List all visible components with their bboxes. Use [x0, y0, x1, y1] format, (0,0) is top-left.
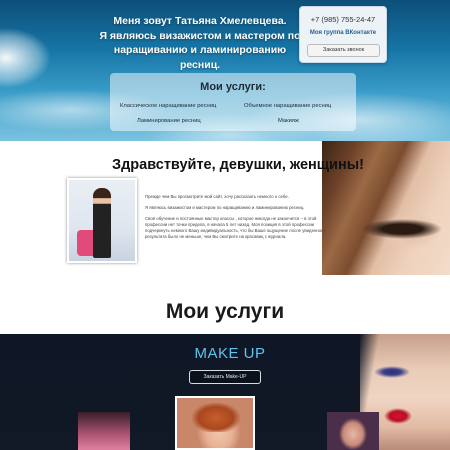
- service-item[interactable]: Макияж: [278, 118, 299, 124]
- makeup-thumbnail-right[interactable]: [327, 412, 379, 450]
- service-item[interactable]: Ламинирование ресниц: [137, 118, 201, 124]
- service-item[interactable]: Классическое наращивание ресниц: [120, 103, 216, 109]
- makeup-thumbnail-left[interactable]: [78, 412, 130, 450]
- my-services-heading: Мои услуги: [165, 300, 285, 323]
- services-box: Мои услуги: Классическое наращивание рес…: [110, 73, 356, 131]
- service-item[interactable]: Объемное наращивание ресниц: [244, 103, 331, 109]
- intro-text-block: Прежде чем Вы просмотрите мой сайт, хочу…: [145, 194, 325, 245]
- order-makeup-button[interactable]: Заказать Make-UP: [189, 370, 261, 384]
- vk-group-link[interactable]: Моя группа ВКонтакте: [300, 30, 386, 36]
- call-request-button[interactable]: Заказать звонок: [307, 44, 380, 57]
- hero-banner: Меня зовут Татьяна Хмелевцева. Я являюсь…: [0, 0, 450, 141]
- contact-box: +7 (985) 755-24-47 Моя группа ВКонтакте …: [299, 6, 387, 63]
- makeup-title: MAKE UP: [194, 345, 266, 362]
- makeup-thumbnail-center[interactable]: [175, 396, 255, 450]
- services-box-title: Мои услуги:: [200, 81, 266, 93]
- hero-intro-text: Меня зовут Татьяна Хмелевцева. Я являюсь…: [99, 15, 301, 71]
- intro-paragraph: Я являюсь визажистом и мастером по наращ…: [145, 205, 305, 210]
- intro-paragraph: Прежде чем Вы просмотрите мой сайт, хочу…: [145, 194, 289, 199]
- thumbnail-hair: [191, 402, 241, 432]
- phone-number[interactable]: +7 (985) 755-24-47: [300, 15, 386, 24]
- intro-paragraph: Своё обучение и постоянные мастер классы…: [145, 216, 325, 239]
- author-photo: [67, 178, 137, 263]
- greeting-title: Здравствуйте, девушки, женщины!: [112, 157, 364, 173]
- photo-person: [93, 188, 111, 258]
